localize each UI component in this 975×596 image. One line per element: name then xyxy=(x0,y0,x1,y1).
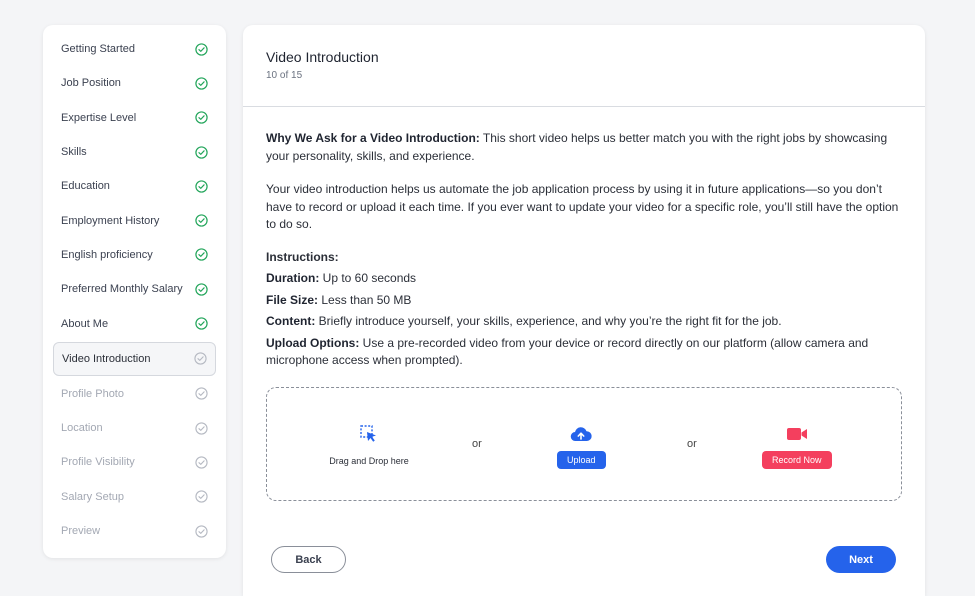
instruction-item: Content: Briefly introduce yourself, you… xyxy=(266,313,901,331)
video-camera-icon xyxy=(786,426,808,447)
or-separator-1: or xyxy=(472,438,482,450)
check-circle-icon xyxy=(195,111,208,124)
check-circle-outline-icon xyxy=(195,387,208,400)
check-circle-icon xyxy=(195,180,208,193)
why-label: Why We Ask for a Video Introduction: xyxy=(266,131,480,145)
instruction-text: Briefly introduce yourself, your skills,… xyxy=(315,314,782,328)
upload-button[interactable]: Upload xyxy=(557,451,606,469)
check-circle-outline-icon xyxy=(195,456,208,469)
sidebar-step-preview[interactable]: Preview xyxy=(53,514,216,548)
check-circle-icon xyxy=(195,248,208,262)
record-option: Record Now xyxy=(762,426,832,469)
instruction-label: File Size: xyxy=(266,292,319,307)
sidebar-step-preferred-monthly-salary[interactable]: Preferred Monthly Salary xyxy=(53,272,216,306)
instruction-item: File Size: Less than 50 MB xyxy=(266,292,901,310)
video-dropzone[interactable]: Drag and Drop here or Upload or Record N… xyxy=(266,387,902,501)
or-separator-2: or xyxy=(687,438,697,450)
content-body: Why We Ask for a Video Introduction: Thi… xyxy=(243,107,925,370)
check-circle-icon xyxy=(195,77,208,90)
check-circle-outline-icon xyxy=(195,524,208,538)
sidebar-step-label: Salary Setup xyxy=(61,490,124,503)
next-button[interactable]: Next xyxy=(826,546,896,573)
instruction-label: Duration: xyxy=(266,271,320,285)
sidebar-step-label: Skills xyxy=(61,146,87,159)
sidebar-step-profile-visibility[interactable]: Profile Visibility xyxy=(53,445,216,479)
sidebar-step-getting-started[interactable]: Getting Started xyxy=(53,32,216,66)
main-panel: Video Introduction 10 of 15 Why We Ask f… xyxy=(243,25,925,596)
instruction-text: Less than 50 MB xyxy=(318,292,412,307)
sidebar-step-video-introduction[interactable]: Video Introduction xyxy=(53,341,216,376)
drag-drop-area[interactable]: Drag and Drop here xyxy=(327,424,411,466)
check-circle-icon xyxy=(195,145,208,159)
sidebar-step-about-me[interactable]: About Me xyxy=(53,306,216,340)
check-circle-icon xyxy=(195,214,208,227)
sidebar-step-label: About Me xyxy=(61,317,109,330)
sidebar-step-job-position[interactable]: Job Position xyxy=(53,66,216,100)
check-circle-icon xyxy=(195,283,208,296)
instruction-text: Up to 60 seconds xyxy=(319,271,417,285)
sidebar-step-label: Employment History xyxy=(61,214,160,227)
page-title: Video Introduction xyxy=(266,49,379,65)
step-progress: 10 of 15 xyxy=(266,70,303,81)
automate-paragraph: Your video introduction helps us automat… xyxy=(266,182,899,231)
why-paragraph: Why We Ask for a Video Introduction: Thi… xyxy=(266,130,901,165)
sidebar-step-skills[interactable]: Skills xyxy=(53,135,216,169)
drag-drop-icon xyxy=(359,424,379,449)
sidebar-step-label: Profile Visibility xyxy=(61,456,135,469)
sidebar-step-label: Education xyxy=(61,180,110,193)
instruction-label: Upload Options: xyxy=(266,335,360,350)
sidebar-step-label: Preferred Monthly Salary xyxy=(61,283,183,296)
instruction-item: Duration: Up to 60 seconds xyxy=(266,270,901,288)
sidebar-step-location[interactable]: Location xyxy=(53,411,216,445)
sidebar-step-label: Profile Photo xyxy=(61,387,124,400)
sidebar-step-english-proficiency[interactable]: English proficiency xyxy=(53,238,216,272)
check-circle-outline-icon xyxy=(195,490,208,503)
sidebar-step-label: Job Position xyxy=(61,77,121,90)
sidebar-step-expertise-level[interactable]: Expertise Level xyxy=(53,101,216,135)
check-circle-outline-icon xyxy=(195,421,208,435)
check-circle-icon xyxy=(195,317,208,330)
check-circle-icon xyxy=(195,42,208,56)
cloud-upload-icon xyxy=(570,426,592,447)
record-now-button[interactable]: Record Now xyxy=(762,451,832,469)
check-circle-outline-icon xyxy=(194,352,207,365)
sidebar-step-salary-setup[interactable]: Salary Setup xyxy=(53,480,216,514)
upload-option: Upload xyxy=(557,426,606,469)
sidebar-step-profile-photo[interactable]: Profile Photo xyxy=(53,377,216,411)
sidebar-step-label: Getting Started xyxy=(61,43,135,56)
sidebar-step-employment-history[interactable]: Employment History xyxy=(53,203,216,237)
sidebar-step-label: Expertise Level xyxy=(61,111,137,124)
main-header: Video Introduction 10 of 15 xyxy=(243,25,925,107)
drag-drop-label: Drag and Drop here xyxy=(329,456,409,466)
steps-sidebar: Getting Started Job Position Expertise Lev… xyxy=(43,25,226,558)
back-button[interactable]: Back xyxy=(271,546,346,573)
instruction-label: Content: xyxy=(266,314,316,328)
sidebar-step-label: Video Introduction xyxy=(62,352,151,365)
sidebar-step-label: Location xyxy=(61,422,103,435)
instructions-list: Duration: Up to 60 seconds File Size: Les… xyxy=(266,270,901,370)
instructions-title: Instructions: xyxy=(266,249,339,264)
instruction-item: Upload Options: Use a pre-recorded video… xyxy=(266,335,901,370)
sidebar-step-label: English proficiency xyxy=(61,248,153,261)
sidebar-step-label: Preview xyxy=(61,525,101,537)
sidebar-step-education[interactable]: Education xyxy=(53,169,216,203)
